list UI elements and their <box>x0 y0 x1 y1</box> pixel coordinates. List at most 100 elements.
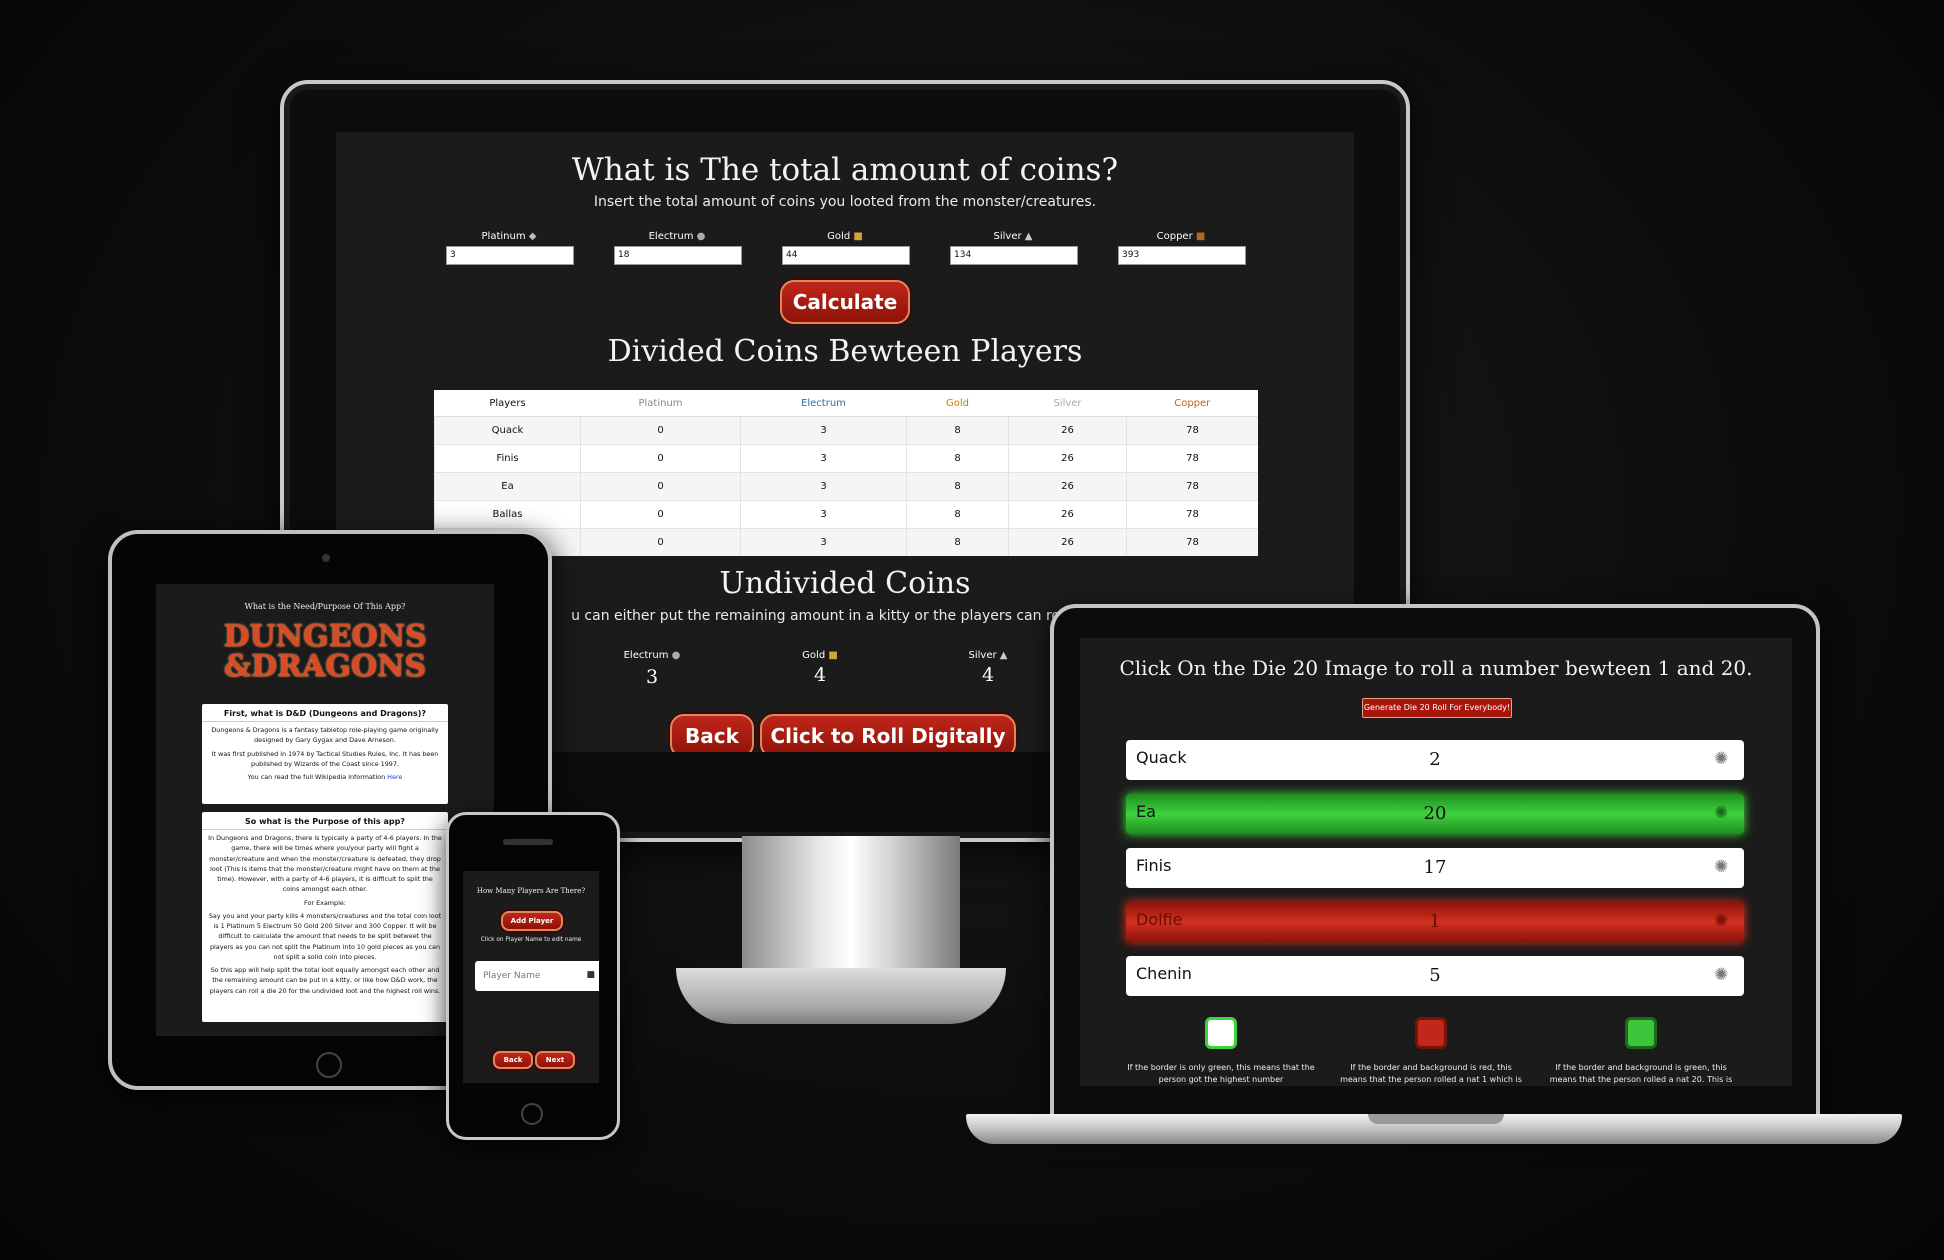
tablet-heading: What is the Need/Purpose Of This App? <box>244 602 406 611</box>
table-cell: 78 <box>1126 416 1258 445</box>
copper-coin-icon: ■ <box>1195 231 1206 242</box>
undivided-silver-label: Silver ▲ <box>968 650 1008 661</box>
header-gold: Gold <box>906 390 1009 417</box>
phone-next-button[interactable]: Next <box>535 1051 575 1069</box>
gold-input[interactable]: 44 <box>782 246 910 265</box>
d20-die-icon[interactable]: ✺ <box>1714 912 1732 930</box>
roll-row-ea[interactable]: Ea 20 ✺ <box>1126 794 1744 834</box>
gold-coin-icon: ■ <box>828 650 838 661</box>
card-text: You can read the full Wikipedia informat… <box>247 773 403 781</box>
undivided-electrum-value: 3 <box>645 666 659 688</box>
electrum-input[interactable]: 18 <box>614 246 742 265</box>
calculate-button[interactable]: Calculate <box>780 280 910 324</box>
header-players: Players <box>434 390 581 417</box>
copper-label: Copper ■ <box>1156 231 1206 242</box>
page-subtitle: Insert the total amount of coins you loo… <box>593 194 1097 210</box>
table-cell: 3 <box>740 528 907 556</box>
roll-value: 5 <box>1429 965 1441 986</box>
gold-coin-icon: ■ <box>853 231 863 242</box>
phone-screen: How Many Players Are There? Add Player C… <box>463 871 599 1083</box>
table-cell: 0 <box>580 500 741 529</box>
card-text: For Example: <box>304 898 346 907</box>
legend-nat1-swatch <box>1418 1020 1444 1046</box>
silver-coin-icon: ▲ <box>1024 231 1033 242</box>
tablet-home-button <box>316 1052 342 1078</box>
delete-icon[interactable]: ■ <box>586 970 595 980</box>
dnd-logo: DUNGEONS &DRAGONS <box>156 622 494 682</box>
wikipedia-link[interactable]: Here <box>387 773 402 781</box>
header-electrum: Electrum <box>740 390 907 417</box>
silver-coin-icon: ▲ <box>999 650 1008 661</box>
gold-label: Gold ■ <box>827 231 863 242</box>
table-header-row: Players Platinum Electrum Gold Silver Co… <box>434 390 1258 417</box>
table-cell: 0 <box>580 416 741 445</box>
roll-value: 2 <box>1429 749 1441 770</box>
table-row: Quack 0 3 8 26 78 <box>434 416 1258 445</box>
edit-name-hint: Click on Player Name to edit name <box>480 937 582 943</box>
table-cell: 8 <box>906 500 1009 529</box>
tablet-screen: What is the Need/Purpose Of This App? DU… <box>156 584 494 1036</box>
generate-roll-button[interactable]: Generate Die 20 Roll For Everybody! <box>1362 698 1512 718</box>
silver-input[interactable]: 134 <box>950 246 1078 265</box>
roll-row-chenin[interactable]: Chenin 5 ✺ <box>1126 956 1744 996</box>
legend-nat1-text: If the border and background is red, thi… <box>1340 1063 1522 1084</box>
phone-back-button[interactable]: Back <box>493 1051 533 1069</box>
undivided-gold-label: Gold ■ <box>802 650 838 661</box>
add-player-button[interactable]: Add Player <box>501 911 563 931</box>
logo-line-1: DUNGEONS <box>223 619 427 654</box>
card-text: It was first published in 1974 by Tactic… <box>211 749 439 768</box>
header-copper: Copper <box>1126 390 1258 417</box>
table-cell: 26 <box>1008 528 1127 556</box>
d20-die-icon[interactable]: ✺ <box>1714 750 1732 768</box>
d20-die-icon[interactable]: ✺ <box>1714 966 1732 984</box>
table-cell: Ea <box>434 472 581 501</box>
roll-value: 17 <box>1423 857 1447 878</box>
roll-row-finis[interactable]: Finis 17 ✺ <box>1126 848 1744 888</box>
table-cell: 78 <box>1126 444 1258 473</box>
player-name-input[interactable]: Player Name ■ <box>475 961 599 991</box>
phone: How Many Players Are There? Add Player C… <box>446 812 620 1140</box>
laptop-notch <box>1368 1114 1504 1124</box>
silver-label: Silver ▲ <box>993 231 1033 242</box>
electrum-coin-icon: ● <box>696 231 706 242</box>
table-cell: 0 <box>580 528 741 556</box>
roll-row-quack[interactable]: Quack 2 ✺ <box>1126 740 1744 780</box>
electrum-label: Electrum ● <box>648 231 706 242</box>
platinum-label: Platinum ◆ <box>481 231 537 242</box>
d20-die-icon[interactable]: ✺ <box>1714 858 1732 876</box>
tablet-camera <box>322 554 330 562</box>
table-cell: 3 <box>740 500 907 529</box>
d20-die-icon[interactable]: ✺ <box>1714 804 1732 822</box>
table-cell: 8 <box>906 472 1009 501</box>
electrum-coin-icon: ● <box>671 650 681 661</box>
table-row: Dolfie0382678 <box>434 528 1258 556</box>
header-silver: Silver <box>1008 390 1127 417</box>
die-roll-title: Click On the Die 20 Image to roll a numb… <box>1119 656 1753 680</box>
divided-coins-table: Players Platinum Electrum Gold Silver Co… <box>434 390 1258 556</box>
roll-value: 1 <box>1429 911 1441 932</box>
table-cell: Finis <box>434 444 581 473</box>
monitor-stand-base <box>676 968 1006 1024</box>
card-text: Dungeons & Dragons is a fantasy tabletop… <box>211 726 439 745</box>
roll-value: 20 <box>1423 803 1447 824</box>
platinum-input[interactable]: 3 <box>446 246 574 265</box>
table-cell: 26 <box>1008 444 1127 473</box>
phone-home-button <box>521 1103 543 1125</box>
laptop-screen: Click On the Die 20 Image to roll a numb… <box>1080 638 1792 1086</box>
undivided-electrum-label: Electrum ● <box>623 650 681 661</box>
table-cell: 3 <box>740 416 907 445</box>
card-text: In Dungeons and Dragons, there is typica… <box>208 834 442 894</box>
back-button[interactable]: Back <box>670 714 754 752</box>
table-row: Ea 0 3 8 26 78 <box>434 472 1258 501</box>
table-cell: 78 <box>1126 472 1258 501</box>
card-text: Say you and your party kills 4 monsters/… <box>208 911 442 961</box>
table-cell: 0 <box>580 444 741 473</box>
card-title: So what is the Purpose of this app? <box>202 814 448 830</box>
table-cell: 26 <box>1008 416 1127 445</box>
laptop: Click On the Die 20 Image to roll a numb… <box>1050 604 1820 1126</box>
roll-row-dolfie[interactable]: Dolfie 1 ✺ <box>1126 902 1744 942</box>
platinum-coin-icon: ◆ <box>528 231 537 242</box>
divided-title: Divided Coins Bewteen Players <box>607 334 1083 369</box>
roll-digitally-button[interactable]: Click to Roll Digitally <box>760 714 1016 752</box>
copper-input[interactable]: 393 <box>1118 246 1246 265</box>
